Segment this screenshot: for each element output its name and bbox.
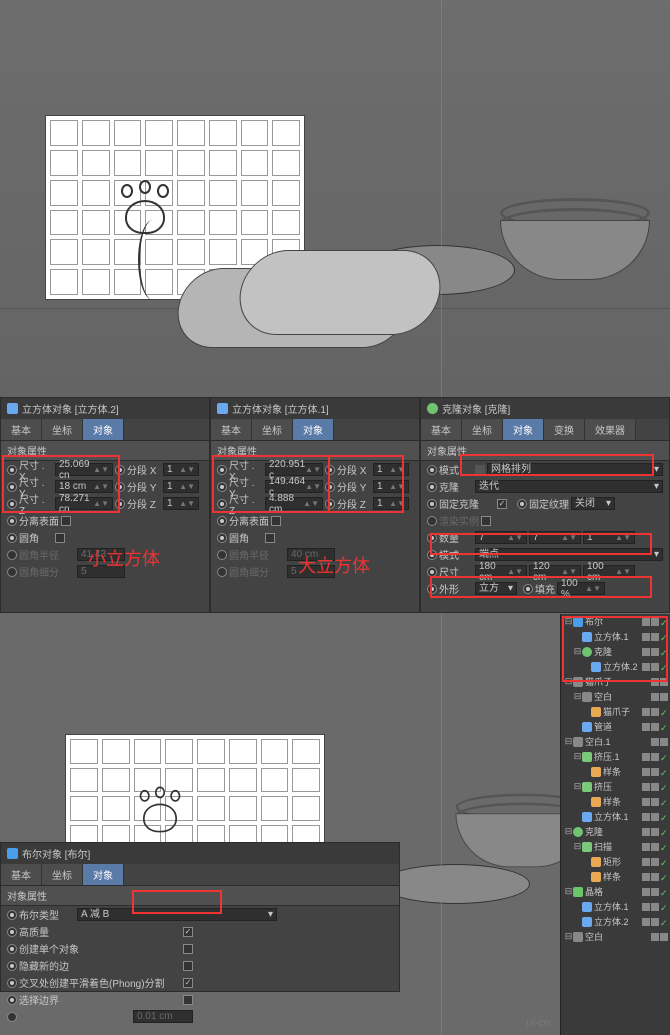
radio[interactable] [115, 465, 125, 475]
size-x-field[interactable]: 220.951 c▲▼ [265, 463, 323, 476]
clone-panel: 克隆对象 [克隆] 基本 坐标 对象 变换 效果器 对象属性 模式网格排列▾ 克… [420, 397, 670, 613]
size-z-field[interactable]: 4.888 cm▲▼ [265, 497, 323, 510]
count-x[interactable]: 7▲▼ [475, 531, 527, 544]
mode-dropdown[interactable]: 网格排列▾ [487, 463, 663, 476]
bool-icon [7, 848, 18, 859]
tab-coord[interactable]: 坐标 [462, 419, 503, 440]
tab-object[interactable]: 对象 [503, 419, 544, 440]
tab-coord[interactable]: 坐标 [42, 419, 83, 440]
tab-transform[interactable]: 变换 [544, 419, 585, 440]
om-item[interactable]: ⊟空白.1 [561, 734, 670, 749]
anno-small-cube: 小立方体 [88, 545, 160, 571]
om-item[interactable]: ·立方体.2✓ [561, 659, 670, 674]
panel-header: 立方体对象 [立方体.2] [1, 398, 209, 419]
panel-title: 立方体对象 [立方体.2] [22, 401, 119, 416]
panel-title: 克隆对象 [克隆] [442, 401, 510, 416]
om-item[interactable]: ⊟克隆✓ [561, 824, 670, 839]
pmode-dropdown[interactable]: 端点▾ [475, 548, 663, 561]
fixtex-dropdown[interactable]: 关闭▾ [571, 497, 615, 510]
shape-dropdown[interactable]: 立方▾ [475, 582, 517, 595]
cube1-panel: 立方体对象 [立方体.1] 基本 坐标 对象 对象属性 尺寸 . X220.95… [210, 397, 420, 613]
om-item[interactable]: ·样条✓ [561, 764, 670, 779]
tab-effector[interactable]: 效果器 [585, 419, 636, 440]
bool-type-dropdown[interactable]: A 减 B▾ [77, 908, 277, 921]
size-x[interactable]: 180 cm▲▼ [475, 565, 527, 578]
om-item[interactable]: ·立方体.1✓ [561, 809, 670, 824]
viewport-top[interactable] [0, 0, 670, 397]
size-z-field[interactable]: 78.271 cn▲▼ [55, 497, 113, 510]
hq-check[interactable] [183, 927, 193, 937]
count-y[interactable]: 7▲▼ [529, 531, 581, 544]
fixclone-check[interactable] [497, 499, 507, 509]
size-y[interactable]: 120 cm▲▼ [529, 565, 581, 578]
size-x-field[interactable]: 25.069 cn▲▼ [55, 463, 113, 476]
sep-check[interactable] [61, 516, 71, 526]
om-item[interactable]: ⊟空白 [561, 689, 670, 704]
size-z[interactable]: 100 cm▲▼ [583, 565, 635, 578]
om-item[interactable]: ·管道✓ [561, 719, 670, 734]
tab-object[interactable]: 对象 [83, 419, 124, 440]
om-item[interactable]: ⊟空白 [561, 929, 670, 944]
om-item[interactable]: ·猫爪子✓ [561, 704, 670, 719]
size-y-field[interactable]: 149.464 c▲▼ [265, 480, 323, 493]
om-item[interactable]: ⊟克隆✓ [561, 644, 670, 659]
tab-basic[interactable]: 基本 [1, 419, 42, 440]
tab-coord[interactable]: 坐标 [42, 864, 83, 885]
cube-icon [217, 403, 228, 414]
object-manager[interactable]: ⊟布尔✓·立方体.1✓⊟克隆✓·立方体.2✓⊟猫爪子⊟空白·猫爪子✓·管道✓⊟空… [560, 614, 670, 1035]
sel-check[interactable] [183, 995, 193, 1005]
fillet-check[interactable] [55, 533, 65, 543]
size-y-field[interactable]: 18 cm▲▼ [55, 480, 113, 493]
om-item[interactable]: ·矩形✓ [561, 854, 670, 869]
tab-coord[interactable]: 坐标 [252, 419, 293, 440]
clone-mode[interactable]: 迭代▾ [475, 480, 663, 493]
tab-object[interactable]: 对象 [293, 419, 334, 440]
tab-basic[interactable]: 基本 [421, 419, 462, 440]
grid-icon [475, 465, 485, 475]
om-item[interactable]: ·立方体.1✓ [561, 899, 670, 914]
count-z[interactable]: 1▲▼ [583, 531, 635, 544]
tab-basic[interactable]: 基本 [211, 419, 252, 440]
panel-title: 立方体对象 [立方体.1] [232, 401, 329, 416]
anno-big-cube: 大立方体 [298, 552, 370, 578]
watermark: ui-cn [526, 1017, 550, 1029]
cube-icon [7, 403, 18, 414]
om-item[interactable]: ·样条✓ [561, 794, 670, 809]
tab-object[interactable]: 对象 [83, 864, 124, 885]
radio[interactable] [7, 465, 17, 475]
om-item[interactable]: ⊟挤压✓ [561, 779, 670, 794]
om-item[interactable]: ⊟挤压.1✓ [561, 749, 670, 764]
seg-y-field[interactable]: 1▲▼ [163, 480, 199, 493]
single-check[interactable] [183, 944, 193, 954]
fill-field[interactable]: 100 %▲▼ [557, 582, 605, 595]
om-item[interactable]: ⊟扫描✓ [561, 839, 670, 854]
bowl-obj [500, 198, 650, 288]
om-item[interactable]: ·样条✓ [561, 869, 670, 884]
phong-check[interactable] [183, 978, 193, 988]
cube2-panel: 立方体对象 [立方体.2] 基本 坐标 对象 对象属性 尺寸 . X25.069… [0, 397, 210, 613]
clone-icon [427, 403, 438, 414]
bool-panel: 布尔对象 [布尔] 基本 坐标 对象 对象属性 布尔类型A 减 B▾ 高质量 创… [0, 842, 400, 992]
om-item[interactable]: ⊟猫爪子 [561, 674, 670, 689]
om-item[interactable]: ⊟晶格✓ [561, 884, 670, 899]
tab-basic[interactable]: 基本 [1, 864, 42, 885]
om-item[interactable]: ·立方体.1✓ [561, 629, 670, 644]
om-item[interactable]: ⊟布尔✓ [561, 614, 670, 629]
seg-x-field[interactable]: 1▲▼ [163, 463, 199, 476]
hide-check[interactable] [183, 961, 193, 971]
panel-title: 布尔对象 [布尔] [22, 846, 90, 861]
seg-z-field[interactable]: 1▲▼ [163, 497, 199, 510]
om-item[interactable]: ·立方体.2✓ [561, 914, 670, 929]
